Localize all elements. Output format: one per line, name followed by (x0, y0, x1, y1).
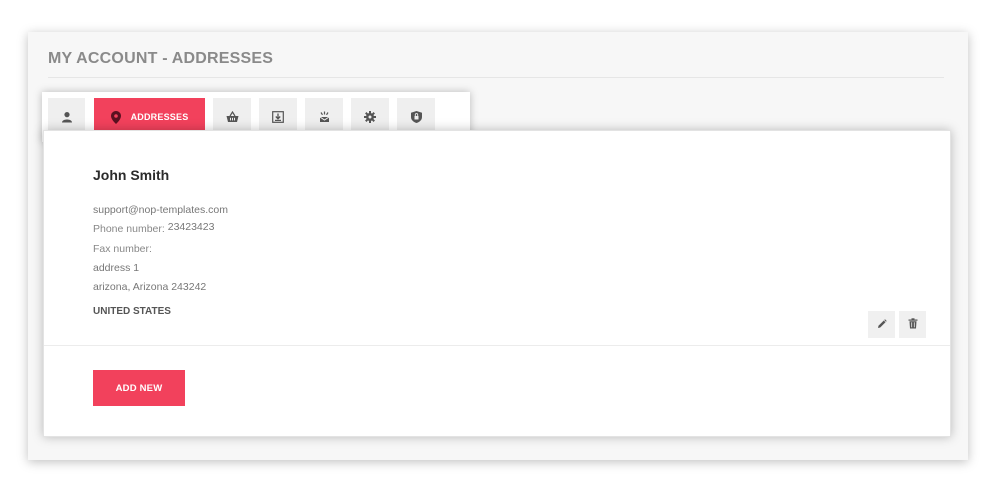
user-icon (61, 111, 73, 123)
address-phone: Phone number: 23423423 (93, 221, 215, 235)
address-line1: address 1 (93, 262, 140, 274)
add-new-button[interactable]: ADD NEW (93, 370, 185, 406)
map-pin-icon (110, 110, 121, 124)
shield-icon (410, 111, 422, 123)
delete-address-button[interactable] (899, 311, 926, 338)
gear-icon (364, 111, 376, 123)
download-icon (272, 111, 284, 123)
address-country: UNITED STATES (93, 306, 171, 317)
trash-icon (908, 316, 918, 334)
title-divider (48, 77, 944, 78)
address-email: support@nop-templates.com (93, 204, 228, 216)
address-name: John Smith (93, 167, 170, 183)
address-card: John Smith support@nop-templates.com Pho… (43, 130, 951, 437)
tab-addresses-label: ADDRESSES (130, 112, 189, 122)
subscriptions-icon (318, 111, 331, 123)
account-panel: MY ACCOUNT - ADDRESSES ADDRESSES John Sm… (28, 32, 968, 460)
address-fax: Fax number: (93, 243, 152, 255)
phone-value: 23423423 (167, 221, 215, 233)
pencil-icon (877, 316, 887, 334)
card-divider (44, 345, 950, 346)
edit-address-button[interactable] (868, 311, 895, 338)
address-city-line: arizona, Arizona 243242 (93, 281, 207, 293)
page-title: MY ACCOUNT - ADDRESSES (48, 50, 274, 67)
basket-icon (226, 111, 239, 123)
phone-label: Phone number: (93, 223, 165, 235)
fax-label: Fax number: (93, 243, 152, 255)
